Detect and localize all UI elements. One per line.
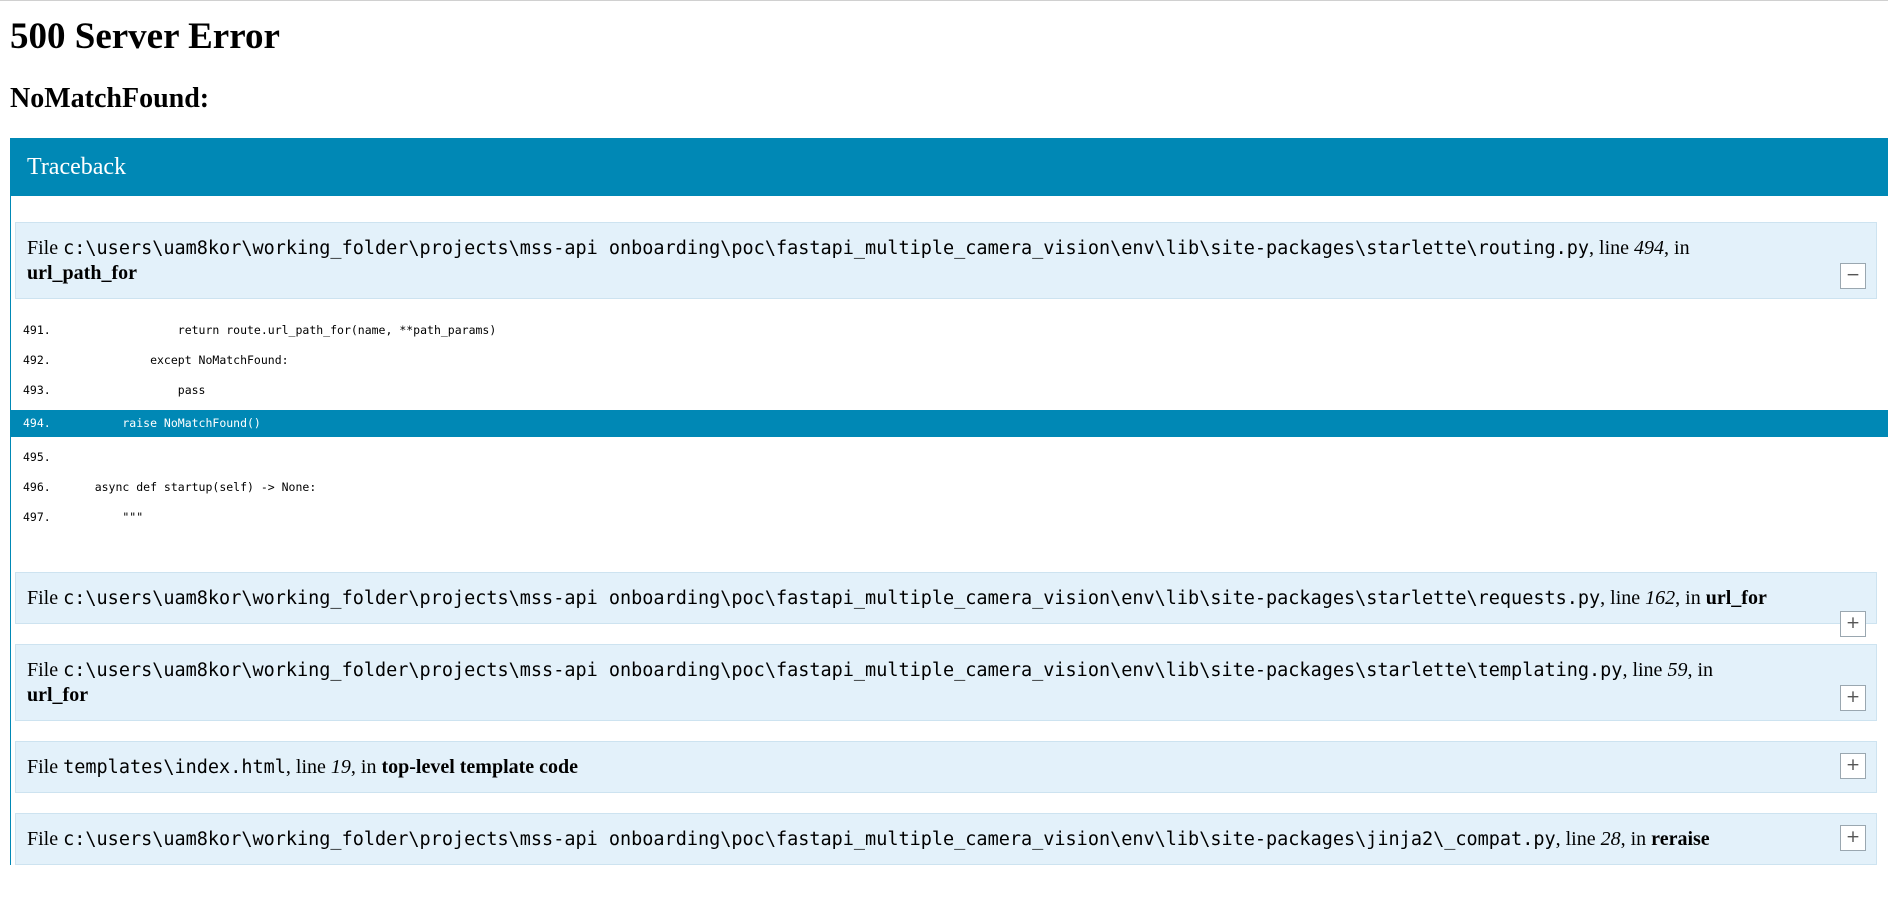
function-name: top-level template code — [381, 756, 579, 778]
file-path: templates\index.html — [63, 757, 286, 778]
file-path: c:\users\uam8kor\working_folder\projects… — [63, 829, 1556, 850]
file-path: c:\users\uam8kor\working_folder\projects… — [63, 660, 1623, 681]
code-line-number: 492. — [23, 353, 51, 367]
code-line-text: return route.url_path_for(name, **path_p… — [67, 323, 497, 337]
file-label: File — [27, 756, 64, 778]
file-path: c:\users\uam8kor\working_folder\projects… — [63, 238, 1590, 259]
code-line: 496. async def startup(self) -> None: — [11, 472, 1888, 502]
code-line: 492. except NoMatchFound: — [11, 345, 1888, 375]
code-line: 497. """ — [11, 502, 1888, 532]
frame-title[interactable]: File templates\index.html, line 19, in t… — [15, 741, 1877, 793]
traceback-frame: File templates\index.html, line 19, in t… — [11, 741, 1888, 793]
traceback-frame: File c:\users\uam8kor\working_folder\pro… — [11, 644, 1888, 721]
traceback-frame: File c:\users\uam8kor\working_folder\pro… — [11, 572, 1888, 637]
line-label: , line — [1589, 237, 1635, 259]
collapse-frame-button[interactable]: − — [1840, 263, 1866, 289]
line-number: 28 — [1600, 828, 1621, 850]
error-name: NoMatchFound: — [10, 83, 210, 114]
code-line: 491. return route.url_path_for(name, **p… — [11, 315, 1888, 345]
line-label: , line — [1555, 828, 1601, 850]
line-label: , line — [285, 756, 331, 778]
in-label: , in — [1687, 659, 1713, 681]
code-line-text: raise NoMatchFound() — [67, 416, 261, 430]
frame-title[interactable]: File c:\users\uam8kor\working_folder\pro… — [15, 572, 1877, 637]
code-context: 491. return route.url_path_for(name, **p… — [11, 299, 1888, 572]
expand-frame-button[interactable]: + — [1840, 753, 1866, 779]
code-line-number: 497. — [23, 510, 51, 524]
file-path: c:\users\uam8kor\working_folder\projects… — [63, 588, 1601, 609]
expand-frame-button[interactable]: + — [1840, 825, 1866, 851]
function-name: url_for — [27, 684, 89, 706]
code-line-number: 496. — [23, 480, 51, 494]
frame-title[interactable]: File c:\users\uam8kor\working_folder\pro… — [15, 222, 1877, 299]
function-name: url_for — [1705, 587, 1767, 609]
traceback-frame: File c:\users\uam8kor\working_folder\pro… — [11, 813, 1888, 865]
in-label: , in — [1664, 237, 1690, 259]
page-title: 500 Server Error — [10, 16, 280, 57]
code-line-text: """ — [67, 510, 144, 524]
line-label: , line — [1622, 659, 1668, 681]
code-line: 495. — [11, 442, 1888, 472]
traceback-panel: Traceback File c:\users\uam8kor\working_… — [10, 138, 1888, 865]
traceback-header: Traceback — [11, 138, 1888, 196]
in-label: , in — [1675, 587, 1706, 609]
traceback-frame: File c:\users\uam8kor\working_folder\pro… — [11, 222, 1888, 572]
line-label: , line — [1600, 587, 1646, 609]
file-label: File — [27, 659, 64, 681]
line-number: 19 — [330, 756, 351, 778]
line-number: 162 — [1645, 587, 1676, 609]
expand-frame-button[interactable]: + — [1840, 685, 1866, 711]
code-line-highlighted: 494. raise NoMatchFound() — [11, 410, 1888, 437]
error-page: 500 Server Error NoMatchFound: Traceback… — [0, 1, 1888, 865]
in-label: , in — [1620, 828, 1652, 850]
function-name: url_path_for — [27, 262, 137, 284]
expand-frame-button[interactable]: + — [1840, 611, 1866, 637]
line-number: 59 — [1667, 659, 1688, 681]
code-line-text: except NoMatchFound: — [67, 353, 289, 367]
code-line: 493. pass — [11, 375, 1888, 405]
frame-title[interactable]: File c:\users\uam8kor\working_folder\pro… — [15, 644, 1877, 721]
file-label: File — [27, 587, 64, 609]
frame-title[interactable]: File c:\users\uam8kor\working_folder\pro… — [15, 813, 1877, 865]
code-line-text: async def startup(self) -> None: — [67, 480, 317, 494]
in-label: , in — [350, 756, 382, 778]
code-line-number: 493. — [23, 383, 51, 397]
traceback-body: File c:\users\uam8kor\working_folder\pro… — [11, 196, 1888, 865]
code-line-number: 495. — [23, 450, 51, 464]
function-name: reraise — [1651, 828, 1710, 850]
code-line-text: pass — [67, 383, 206, 397]
code-line-number: 494. — [23, 416, 51, 430]
code-line-number: 491. — [23, 323, 51, 337]
file-label: File — [27, 828, 64, 850]
file-label: File — [27, 237, 64, 259]
line-number: 494 — [1634, 237, 1665, 259]
